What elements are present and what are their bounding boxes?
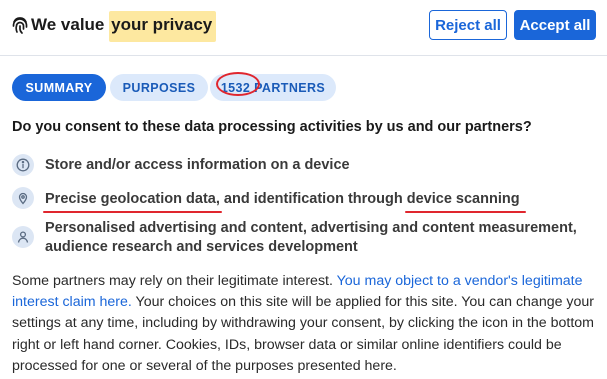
tab-purposes[interactable]: PURPOSES [110,74,208,101]
location-pin-icon [12,187,34,209]
geolocation-underlined: Precise geolocation data [45,191,216,207]
tab-partners[interactable]: 1532 PARTNERS [210,74,336,101]
title-prefix: We value [31,15,105,34]
info-icon [12,154,34,176]
page-title: We value your privacy [31,11,217,42]
person-icon [12,226,34,248]
consent-header: We value your privacy Reject all Accept … [0,0,607,56]
legitimate-interest-paragraph: Some partners may rely on their legitima… [12,271,602,377]
partners-count: 1532 [220,80,251,95]
purpose-ads-line2: audience research and services developme… [45,239,358,255]
geolocation-middle: , and identification through [215,191,407,207]
purpose-geolocation-text: Precise geolocation data, and identifica… [45,189,520,209]
purpose-ads-line1: Personalised advertising and content, ad… [45,220,577,236]
accept-all-button[interactable]: Accept all [514,10,596,40]
title-highlight: your privacy [109,11,217,42]
tab-summary[interactable]: SUMMARY [12,74,106,101]
fingerprint-icon [11,15,29,35]
consent-question: Do you consent to these data processing … [12,119,532,135]
partners-label: PARTNERS [254,80,326,95]
reject-all-button[interactable]: Reject all [429,10,507,40]
purpose-storage-text: Store and/or access information on a dev… [45,157,350,173]
device-scanning-underlined: device scanning [406,191,520,207]
paragraph-lead: Some partners may rely on their legitima… [12,273,337,289]
